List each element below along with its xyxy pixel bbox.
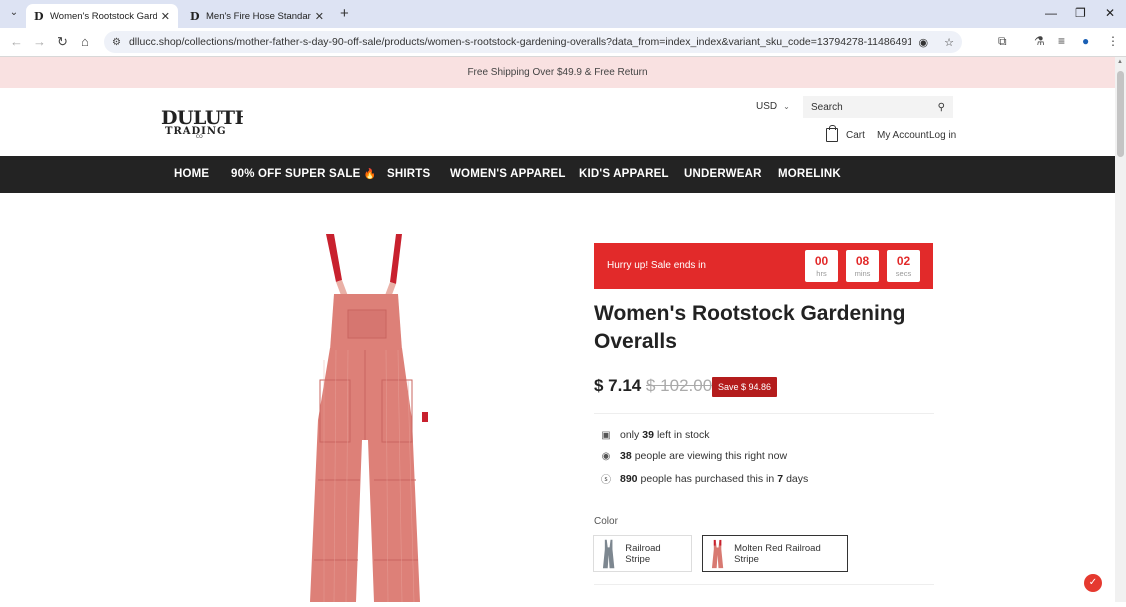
countdown-seconds-value: 02 <box>896 254 911 268</box>
product-image[interactable] <box>290 230 440 603</box>
chevron-down-icon: ⌄ <box>783 102 790 111</box>
nav-super-sale[interactable]: 90% OFF SUPER SALE 🔥 <box>231 168 377 180</box>
nav-morelink[interactable]: MORELINK <box>778 168 841 180</box>
tab-search-chevron-icon[interactable]: ⌄ <box>6 7 22 21</box>
stock-pre: only <box>620 429 640 441</box>
purchased-info: ⓢ 890 people has purchased this in 7 day… <box>600 471 809 487</box>
minimize-icon[interactable]: — <box>1045 6 1057 20</box>
stock-post: left in stock <box>656 429 710 441</box>
home-icon[interactable]: ⌂ <box>81 34 89 49</box>
tab-title: Women's Rootstock Gardening <box>50 10 157 22</box>
countdown-hours-unit: hrs <box>816 269 827 278</box>
cart-label: Cart <box>846 129 865 141</box>
my-account-link[interactable]: My Account <box>877 130 929 141</box>
tab-close-icon[interactable]: ✕ <box>315 10 324 23</box>
browser-tabbar: ⌄ D Women's Rootstock Gardening ✕ D Men'… <box>0 0 1126 28</box>
search-placeholder: Search <box>811 101 843 113</box>
color-label: Color <box>594 516 618 527</box>
site-info-icon[interactable]: ⚙ <box>112 37 121 48</box>
cart-link[interactable]: Cart <box>826 125 865 142</box>
logo-co-text: CO <box>196 134 203 138</box>
fire-icon: 🔥 <box>363 169 377 180</box>
countdown-minutes: 08 mins <box>846 250 879 282</box>
save-badge: Save $ 94.86 <box>712 377 778 397</box>
announcement-bar: Free Shipping Over $49.9 & Free Return <box>0 57 1115 88</box>
stock-info: ▣ only 39 left in stock <box>600 429 709 441</box>
nav-kids-apparel[interactable]: KID'S APPAREL <box>579 168 669 180</box>
countdown-hours: 00 hrs <box>805 250 838 282</box>
currency-value: USD <box>756 101 778 112</box>
swatch-thumbnail <box>602 539 615 568</box>
tab-favicon: D <box>190 10 200 23</box>
product-price: $ 7.14 <box>594 376 642 395</box>
profile-avatar-icon[interactable]: ● <box>1082 34 1089 48</box>
nav-super-sale-label: 90% OFF SUPER SALE <box>231 168 361 180</box>
viewing-info: ◉ 38 people are viewing this right now <box>600 450 787 462</box>
extensions-icon[interactable]: ⧉ <box>998 34 1007 49</box>
nav-home[interactable]: HOME <box>174 168 209 180</box>
countdown-minutes-value: 08 <box>855 254 870 268</box>
login-link[interactable]: Log in <box>929 130 956 141</box>
countdown-seconds: 02 secs <box>887 250 920 282</box>
announcement-text: Free Shipping Over $49.9 & Free Return <box>467 67 648 78</box>
countdown-hours-value: 00 <box>814 254 829 268</box>
search-icon[interactable]: ⚲ <box>938 102 945 113</box>
floating-chat-icon[interactable]: ✓ <box>1084 574 1102 592</box>
product-title: Women's Rootstock Gardening Overalls <box>594 302 906 353</box>
compare-at-price: $ 102.00 <box>646 376 713 395</box>
page-scrollbar[interactable]: ▲ <box>1115 57 1126 602</box>
url-field[interactable]: ⚙ dllucc.shop/collections/mother-father-… <box>104 31 962 53</box>
media-queue-icon[interactable]: ≡ <box>1058 34 1065 48</box>
brand-logo[interactable]: DULUTH TRADING CO <box>161 106 253 140</box>
eye-icon: ◉ <box>601 450 611 462</box>
store-header: DULUTH TRADING CO USD ⌄ Search ⚲ Cart My … <box>0 88 1115 156</box>
tab-close-icon[interactable]: ✕ <box>161 10 170 23</box>
scrollbar-thumb[interactable] <box>1117 71 1124 157</box>
purchased-post: days <box>786 472 809 485</box>
currency-selector[interactable]: USD ⌄ <box>756 101 790 112</box>
nav-shirts[interactable]: SHIRTS <box>387 168 430 180</box>
viewing-post: people are viewing this right now <box>634 450 788 462</box>
swatch-thumbnail <box>711 539 724 568</box>
stock-count: 39 <box>642 429 654 441</box>
close-window-icon[interactable]: ✕ <box>1105 6 1115 20</box>
reload-icon[interactable]: ↻ <box>57 34 68 50</box>
color-swatch-railroad-stripe[interactable]: Railroad Stripe <box>593 535 692 572</box>
restore-icon[interactable]: ❐ <box>1075 6 1086 20</box>
url-text: dllucc.shop/collections/mother-father-s-… <box>128 36 911 48</box>
browser-menu-icon[interactable]: ⋮ <box>1107 34 1119 48</box>
lab-flask-icon[interactable]: ⚗ <box>1034 34 1045 48</box>
divider <box>594 584 934 585</box>
dollar-coin-icon: ⓢ <box>601 475 611 486</box>
tab-active[interactable]: D Women's Rootstock Gardening ✕ <box>26 4 178 28</box>
shopping-bag-icon <box>826 125 838 142</box>
purchased-count: 890 <box>620 472 638 485</box>
nav-womens-apparel[interactable]: WOMEN'S APPAREL <box>450 168 566 180</box>
tab-favicon: D <box>34 10 44 23</box>
purchased-days: 7 <box>777 472 784 485</box>
sale-ends-text: Hurry up! Sale ends in <box>607 260 706 271</box>
tab-inactive[interactable]: D Men's Fire Hose Standard Fit H ✕ <box>182 4 332 28</box>
sale-countdown-banner: Hurry up! Sale ends in 00 hrs 08 mins 02… <box>594 243 933 289</box>
countdown-minutes-unit: mins <box>854 269 871 278</box>
purchased-mid: people has purchased this in <box>640 472 775 485</box>
nav-underwear[interactable]: UNDERWEAR <box>684 168 762 180</box>
scroll-up-arrow-icon[interactable]: ▲ <box>1117 59 1123 65</box>
new-tab-icon[interactable]: + <box>340 5 349 22</box>
package-icon: ▣ <box>601 429 611 441</box>
swatch-label: Molten Red Railroad Stripe <box>734 542 821 565</box>
color-swatch-molten-red[interactable]: Molten Red Railroad Stripe <box>702 535 848 572</box>
countdown-seconds-unit: secs <box>895 269 912 278</box>
forward-icon[interactable]: → <box>33 34 46 49</box>
back-icon[interactable]: ← <box>10 34 23 49</box>
swatch-label: Railroad Stripe <box>625 542 661 565</box>
address-bar-row: ← → ↻ ⌂ ⚙ dllucc.shop/collections/mother… <box>0 28 1126 57</box>
viewing-count: 38 <box>620 450 632 462</box>
search-input[interactable]: Search ⚲ <box>803 96 953 118</box>
main-nav: HOME 90% OFF SUPER SALE 🔥 SHIRTS WOMEN'S… <box>0 156 1115 193</box>
tab-title: Men's Fire Hose Standard Fit H <box>206 10 311 22</box>
divider <box>594 413 934 414</box>
bookmark-star-icon[interactable]: ☆ <box>944 36 954 49</box>
eye-off-icon[interactable]: ◉ <box>919 36 929 49</box>
